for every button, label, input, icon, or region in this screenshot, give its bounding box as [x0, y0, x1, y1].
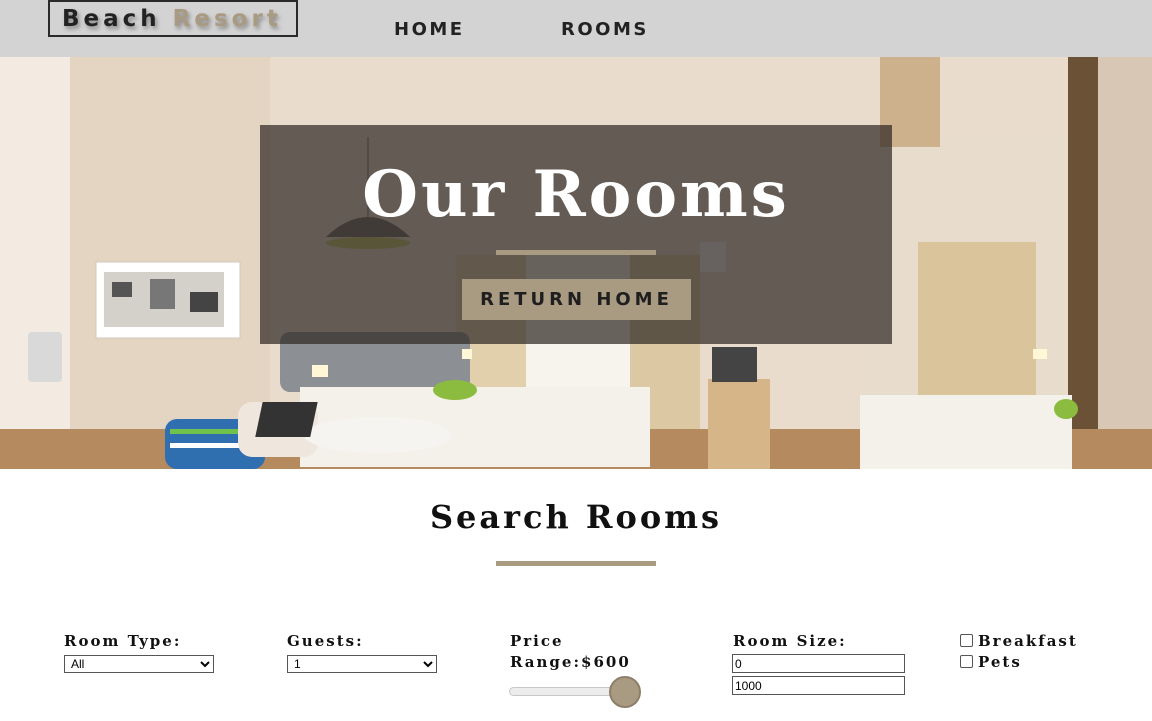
pets-label: Pets	[978, 653, 1022, 671]
logo-word-resort: Resort	[172, 6, 282, 32]
logo-word-beach: Beach	[62, 6, 161, 32]
room-type-select[interactable]: All	[64, 655, 214, 673]
navbar: Beach Resort HOME ROOMS	[0, 0, 1152, 57]
logo[interactable]: Beach Resort	[48, 0, 298, 37]
search-rooms-title: Search Rooms	[429, 498, 723, 536]
guests-label: Guests:	[287, 632, 364, 650]
hero-section: Our Rooms RETURN HOME	[0, 57, 1152, 469]
search-title-underline	[496, 561, 656, 566]
hero-banner: Our Rooms RETURN HOME	[260, 125, 892, 344]
breakfast-label: Breakfast	[978, 632, 1078, 650]
nav-link-home[interactable]: HOME	[394, 19, 465, 40]
nav-link-rooms[interactable]: ROOMS	[561, 19, 649, 40]
hero-title: Our Rooms	[362, 157, 790, 232]
pets-checkbox[interactable]	[960, 655, 973, 668]
hero-title-underline	[496, 250, 656, 255]
room-size-max-input[interactable]	[732, 676, 905, 695]
room-size-min-input[interactable]	[732, 654, 905, 673]
room-size-label: Room Size:	[733, 632, 847, 650]
room-type-label: Room Type:	[64, 632, 182, 650]
return-home-button[interactable]: RETURN HOME	[462, 279, 691, 320]
price-range-label: Price Range:$600	[510, 632, 631, 671]
guests-select[interactable]: 1	[287, 655, 437, 673]
price-range-thumb[interactable]	[609, 676, 641, 708]
breakfast-checkbox[interactable]	[960, 634, 973, 647]
